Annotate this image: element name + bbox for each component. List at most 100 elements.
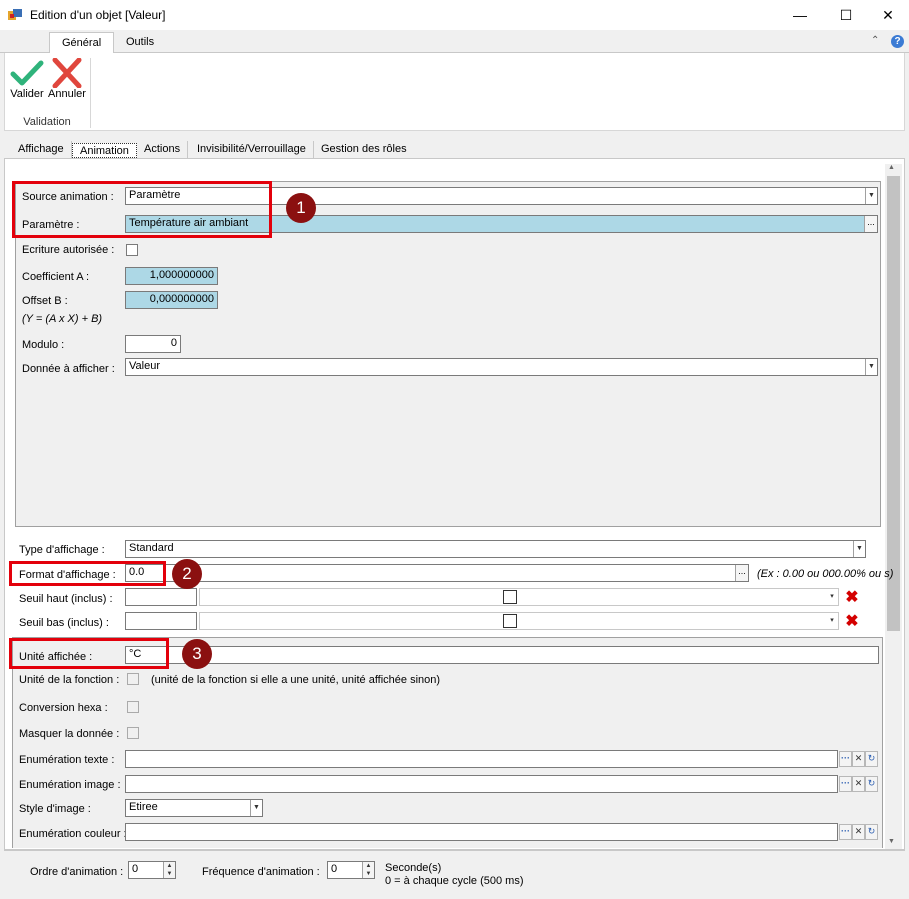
ribbon-group-separator xyxy=(90,58,91,128)
annuler-label: Annuler xyxy=(48,88,86,100)
browse-parametre-button[interactable]: ... xyxy=(864,216,877,232)
enum-image-label: Enumération image : xyxy=(19,779,121,791)
close-button[interactable]: ✕ xyxy=(865,0,909,30)
enum-couleur-field[interactable] xyxy=(125,823,838,841)
offset-field[interactable]: 0,000000000 xyxy=(125,291,218,309)
format-hint: (Ex : 0.00 ou 000.00% ou s) xyxy=(757,568,894,580)
coefficient-label: Coefficient A : xyxy=(22,271,90,283)
ribbon-tab-outils[interactable]: Outils xyxy=(114,32,166,54)
tab-animation[interactable]: Animation xyxy=(72,143,137,158)
chevron-down-icon[interactable]: ▼ xyxy=(853,541,865,557)
formula-text: (Y = (A x X) + B) xyxy=(22,313,103,325)
seuil-haut-field[interactable] xyxy=(125,588,197,606)
seuil-haut-label: Seuil haut (inclus) : xyxy=(19,593,113,605)
tab-invisibilite[interactable]: Invisibilité/Verrouillage xyxy=(190,141,314,158)
seuil-haut-color-select[interactable]: ▾ xyxy=(199,588,839,606)
ribbon-tab-general[interactable]: Général xyxy=(49,32,115,54)
annotation-badge-2: 2 xyxy=(172,559,202,589)
chevron-down-icon[interactable]: ▾ xyxy=(826,613,838,629)
donnee-value: Valeur xyxy=(129,360,160,372)
color-swatch xyxy=(503,590,517,604)
enum-texte-label: Enumération texte : xyxy=(19,754,115,766)
seuil-bas-field[interactable] xyxy=(125,612,197,630)
unite-fonction-checkbox[interactable] xyxy=(127,673,139,685)
unite-field[interactable]: °C xyxy=(125,646,879,664)
frequence-stepper[interactable]: 0 ▲ ▼ xyxy=(327,861,375,879)
seuil-bas-label: Seuil bas (inclus) : xyxy=(19,617,109,629)
window-title: Edition d'un objet [Valeur] xyxy=(30,8,166,22)
coefficient-field[interactable]: 1,000000000 xyxy=(125,267,218,285)
enum-couleur-clear-icon[interactable]: ✕ xyxy=(852,824,865,840)
tab-actions[interactable]: Actions xyxy=(137,141,189,158)
browse-format-button[interactable]: ... xyxy=(735,565,748,581)
enum-image-field[interactable] xyxy=(125,775,838,793)
ecriture-checkbox[interactable] xyxy=(126,244,138,256)
chevron-down-icon[interactable]: ▾ xyxy=(826,589,838,605)
frequence-value: 0 xyxy=(331,863,338,875)
enum-texte-field[interactable] xyxy=(125,750,838,768)
conversion-hexa-checkbox[interactable] xyxy=(127,701,139,713)
minimize-button[interactable]: — xyxy=(777,0,823,30)
clear-seuil-bas-icon[interactable]: ✖ xyxy=(842,612,862,630)
clear-seuil-haut-icon[interactable]: ✖ xyxy=(842,588,862,606)
annotation-badge-1: 1 xyxy=(286,193,316,223)
enum-texte-browse-icon[interactable]: ··· xyxy=(839,751,852,767)
ordre-stepper[interactable]: 0 ▲ ▼ xyxy=(128,861,176,879)
enum-image-clear-icon[interactable]: ✕ xyxy=(852,776,865,792)
enum-couleur-browse-icon[interactable]: ··· xyxy=(839,824,852,840)
unite-fonction-hint: (unité de la fonction si elle a une unit… xyxy=(151,674,441,686)
ribbon-body xyxy=(4,53,905,131)
style-image-label: Style d'image : xyxy=(19,803,91,815)
format-affichage-field[interactable]: 0.0 ... xyxy=(125,564,749,582)
seconde-label: Seconde(s) xyxy=(385,862,442,874)
style-image-select[interactable]: Etiree ▼ xyxy=(125,799,263,817)
ribbon-group-label: Validation xyxy=(23,116,71,128)
enum-texte-refresh-icon[interactable]: ↻ xyxy=(865,751,878,767)
ecriture-label: Ecriture autorisée : xyxy=(22,244,115,256)
scrollbar-thumb[interactable] xyxy=(887,176,900,631)
unite-fonction-label: Unité de la fonction : xyxy=(19,674,120,686)
type-affichage-select[interactable]: Standard ▼ xyxy=(125,540,866,558)
stepper-arrows-icon[interactable]: ▲ ▼ xyxy=(362,862,374,878)
ordre-value: 0 xyxy=(132,863,139,875)
help-icon[interactable]: ? xyxy=(891,35,904,48)
valider-button[interactable]: Valider xyxy=(8,58,46,108)
cross-icon xyxy=(52,58,82,88)
cycle-hint: 0 = à chaque cycle (500 ms) xyxy=(385,875,524,887)
highlight-box-3 xyxy=(9,638,169,669)
scroll-down-icon[interactable]: ▼ xyxy=(888,838,895,845)
modulo-field[interactable]: 0 xyxy=(125,335,181,353)
chevron-down-icon[interactable]: ▼ xyxy=(865,188,877,204)
ribbon-collapse-icon[interactable]: ⌃ xyxy=(871,35,879,46)
chevron-down-icon[interactable]: ▼ xyxy=(250,800,262,816)
maximize-button[interactable]: ☐ xyxy=(823,0,869,30)
seuil-bas-color-select[interactable]: ▾ xyxy=(199,612,839,630)
scroll-up-icon[interactable]: ▲ xyxy=(888,164,895,171)
highlight-box-2 xyxy=(9,561,166,586)
tab-gestion-roles[interactable]: Gestion des rôles xyxy=(314,141,414,158)
enum-image-browse-icon[interactable]: ··· xyxy=(839,776,852,792)
enum-image-refresh-icon[interactable]: ↻ xyxy=(865,776,878,792)
type-affichage-label: Type d'affichage : xyxy=(19,544,105,556)
tab-affichage[interactable]: Affichage xyxy=(11,141,72,158)
enum-couleur-label: Enumération couleur : xyxy=(19,828,127,840)
highlight-box-1 xyxy=(12,181,272,238)
annotation-badge-3: 3 xyxy=(182,639,212,669)
style-image-value: Etiree xyxy=(129,801,158,813)
offset-label: Offset B : xyxy=(22,295,68,307)
masquer-label: Masquer la donnée : xyxy=(19,728,120,740)
stepper-arrows-icon[interactable]: ▲ ▼ xyxy=(163,862,175,878)
ordre-label: Ordre d'animation : xyxy=(30,866,124,878)
modulo-label: Modulo : xyxy=(22,339,65,351)
annuler-button[interactable]: Annuler xyxy=(47,58,87,108)
chevron-down-icon[interactable]: ▼ xyxy=(865,359,877,375)
conversion-hexa-label: Conversion hexa : xyxy=(19,702,108,714)
donnee-select[interactable]: Valeur ▼ xyxy=(125,358,878,376)
checkmark-icon xyxy=(10,60,44,86)
donnee-label: Donnée à afficher : xyxy=(22,363,115,375)
valider-label: Valider xyxy=(10,88,44,100)
enum-texte-clear-icon[interactable]: ✕ xyxy=(852,751,865,767)
enum-couleur-refresh-icon[interactable]: ↻ xyxy=(865,824,878,840)
type-affichage-value: Standard xyxy=(129,542,174,554)
masquer-checkbox[interactable] xyxy=(127,727,139,739)
